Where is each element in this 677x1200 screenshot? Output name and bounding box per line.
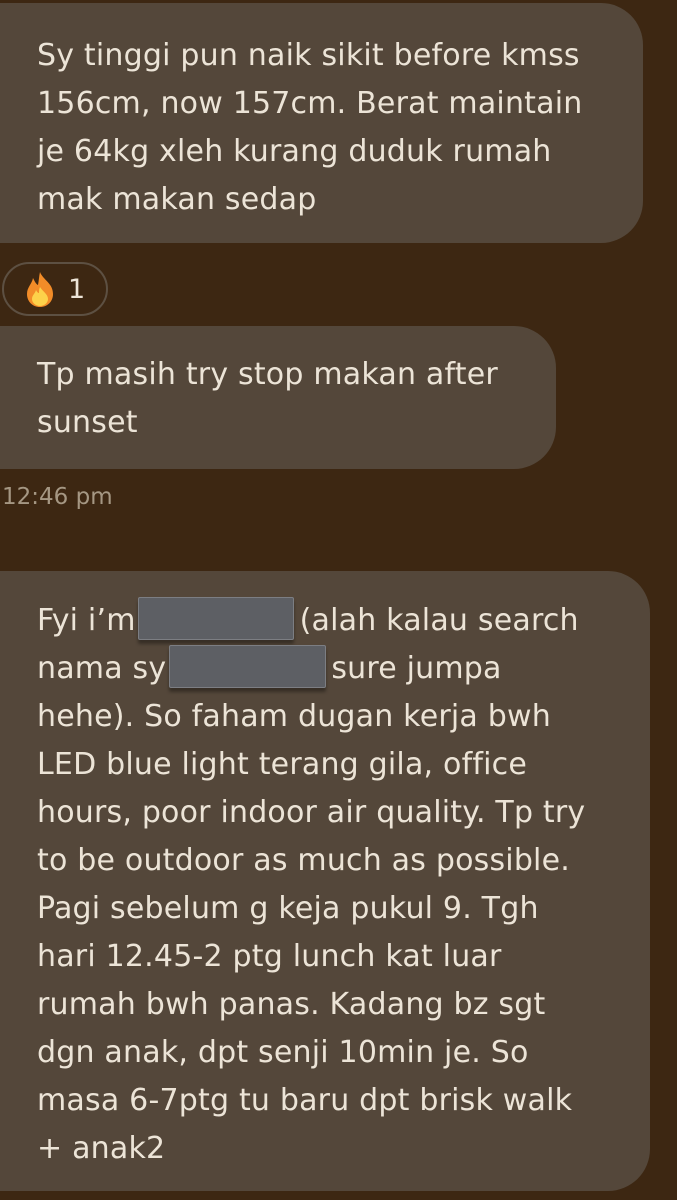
- message-text-line: sunset: [37, 405, 138, 440]
- message-text-line: Sy tinggi pun naik sikit before kmss: [37, 38, 580, 73]
- reaction-count: 1: [68, 273, 86, 305]
- message-text-line: hours, poor indoor air quality. Tp try: [37, 795, 586, 830]
- message-text-line: mak makan sedap: [37, 182, 317, 217]
- message-text-line: Fyi i’m (alah kalau search: [37, 597, 650, 645]
- message-text-line: 156cm, now 157cm. Berat maintain: [37, 86, 583, 121]
- message-text-line: Pagi sebelum g keja pukul 9. Tgh: [37, 891, 539, 926]
- message-text-line: Tp masih try stop makan after: [37, 357, 498, 392]
- fire-emoji-icon: [27, 272, 53, 307]
- reaction-badge[interactable]: 1: [2, 262, 108, 316]
- message-text-line: rumah bwh panas. Kadang bz sgt: [37, 987, 546, 1022]
- redaction-box: [137, 597, 294, 640]
- text-segment: sure jumpa: [331, 651, 502, 686]
- text-segment: Fyi i’m: [37, 603, 136, 638]
- message-bubble[interactable]: Fyi i’m (alah kalau search nama sy sure ju…: [0, 571, 650, 1191]
- message-text-line: hari 12.45-2 ptg lunch kat luar: [37, 939, 502, 974]
- message-bubble[interactable]: Sy tinggi pun naik sikit before kmss 156…: [0, 3, 643, 243]
- message-text-line: LED blue light terang gila, office: [37, 747, 527, 782]
- message-text-line: nama sy sure jumpa: [37, 645, 650, 693]
- message-bubble[interactable]: Tp masih try stop makan after sunset: [0, 326, 556, 469]
- message-text-line: dgn anak, dpt senji 10min je. So: [37, 1035, 529, 1070]
- message-text-line: hehe). So faham dugan kerja bwh: [37, 699, 551, 734]
- message-timestamp: 12:46 pm: [2, 484, 113, 510]
- message-text-line: to be outdoor as much as possible.: [37, 843, 570, 878]
- text-segment: (alah kalau search: [299, 603, 579, 638]
- message-text-line: je 64kg xleh kurang duduk rumah: [37, 134, 552, 169]
- text-segment: nama sy: [37, 651, 167, 686]
- message-text-line: masa 6-7ptg tu baru dpt brisk walk: [37, 1083, 573, 1118]
- message-text-line: + anak2: [37, 1131, 166, 1166]
- redaction-box: [169, 645, 327, 688]
